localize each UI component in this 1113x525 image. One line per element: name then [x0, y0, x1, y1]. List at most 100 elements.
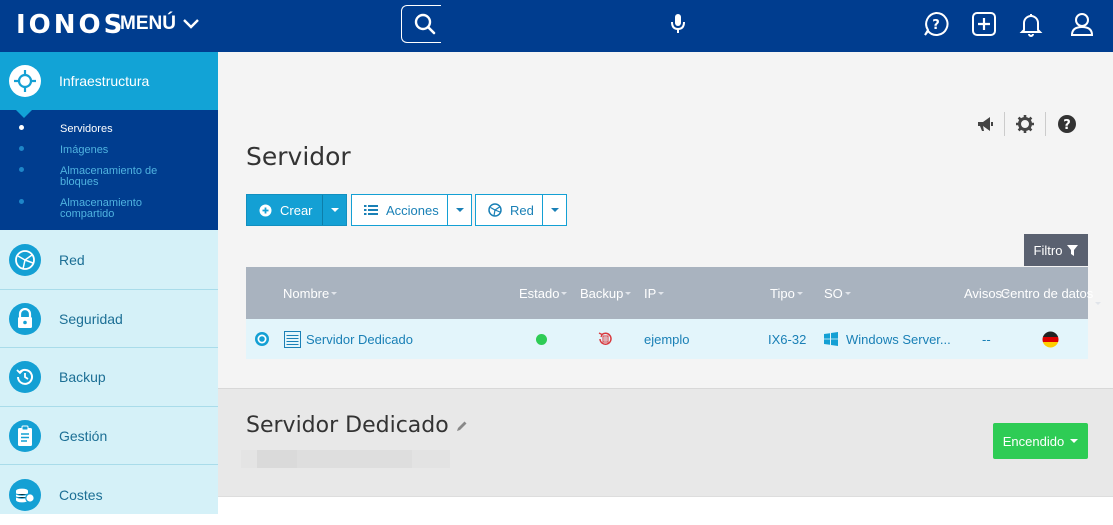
server-name-cell[interactable]: Servidor Dedicado [284, 319, 413, 359]
network-main-part[interactable]: Red [476, 195, 534, 225]
sort-icon [844, 291, 851, 295]
network-dropdown-toggle[interactable] [542, 195, 566, 225]
create-main-part[interactable]: Crear [247, 195, 313, 225]
column-label: Nombre [283, 285, 330, 301]
submenu-item-almacenamiento-bloques[interactable]: Almacenamiento de bloques [60, 166, 180, 188]
column-header-nombre[interactable]: Nombre [283, 267, 338, 319]
sidebar-item-label: Infraestructura [59, 73, 150, 89]
submenu-item-servidores[interactable]: Servidores [60, 124, 113, 135]
submenu-bullet [19, 167, 24, 172]
backup-cell[interactable] [597, 319, 613, 359]
sidebar-item-costes[interactable]: Costes [0, 465, 218, 525]
row-select-radio[interactable] [254, 319, 270, 359]
column-label: Tipo [770, 285, 795, 301]
user-icon[interactable] [1068, 10, 1096, 38]
submenu-bullet [19, 125, 24, 130]
os-name: Windows Server... [846, 331, 951, 347]
submenu-bullet [19, 146, 24, 151]
column-label: Backup [580, 285, 624, 301]
caret-down-icon [455, 208, 464, 212]
infrastructure-icon [9, 65, 41, 97]
coins-icon [9, 479, 41, 511]
caret-down-icon [1070, 439, 1079, 443]
filter-button-label: Filtro [1033, 242, 1063, 258]
toolbar-divider [1004, 112, 1005, 136]
menu-label: MENÚ [120, 13, 176, 34]
actions-main-part[interactable]: Acciones [352, 195, 439, 225]
ionos-logo[interactable]: IONOS [16, 10, 125, 40]
main-menu-button[interactable]: MENÚ [120, 13, 200, 35]
add-icon[interactable] [970, 10, 998, 38]
sort-icon [561, 291, 568, 295]
germany-flag-icon [1042, 331, 1059, 347]
sort-icon [796, 291, 803, 295]
status-cell [536, 319, 547, 359]
submenu-item-imagenes[interactable]: Imágenes [60, 145, 108, 156]
network-button-label: Red [510, 202, 534, 218]
caret-down-icon [550, 208, 559, 212]
active-indicator-arrow [16, 110, 32, 118]
windows-logo-icon [824, 332, 838, 346]
submenu-bullet [19, 199, 24, 204]
redacted-info [297, 450, 412, 468]
notifications-bell-icon[interactable] [1017, 10, 1045, 38]
sidebar-item-red[interactable]: Red [0, 230, 218, 290]
sidebar-item-seguridad[interactable]: Seguridad [0, 290, 218, 348]
alerts-cell: -- [982, 331, 991, 347]
sidebar-item-backup[interactable]: Backup [0, 348, 218, 407]
table-row[interactable]: Servidor Dedicado ejemplo IX6-32 Windows… [246, 319, 1088, 359]
actions-dropdown-toggle[interactable] [447, 195, 471, 225]
column-label: Centro de datos [1000, 285, 1094, 301]
os-cell: Windows Server... [824, 319, 951, 359]
sidebar-item-gestion[interactable]: Gestión [0, 407, 218, 465]
lower-content-area [218, 496, 1113, 514]
clipboard-icon [9, 419, 41, 452]
server-detail-panel: Servidor Dedicado Encendido [218, 388, 1113, 496]
column-header-estado[interactable]: Estado [519, 267, 568, 319]
microphone-icon[interactable] [670, 13, 686, 35]
server-name-link[interactable]: Servidor Dedicado [306, 332, 413, 347]
sidebar-item-infraestructura[interactable]: Infraestructura [0, 52, 218, 110]
network-globe-icon [488, 203, 502, 217]
submenu-item-almacenamiento-compartido[interactable]: Almacenamiento compartido [60, 198, 180, 220]
filter-button[interactable]: Filtro [1024, 234, 1088, 266]
help-question-icon[interactable]: ? [1057, 114, 1077, 134]
page-title: Servidor [246, 142, 351, 171]
svg-text:?: ? [1063, 118, 1071, 133]
chevron-down-icon [183, 19, 199, 29]
column-header-centro-de-datos[interactable]: Centro de datos [1001, 267, 1102, 319]
sidebar-item-label: Gestión [59, 427, 108, 444]
create-dropdown-toggle[interactable] [322, 195, 346, 225]
help-chat-icon[interactable]: ? [922, 10, 950, 38]
column-header-backup[interactable]: Backup [580, 267, 632, 319]
search-input[interactable] [401, 5, 703, 45]
edit-pencil-icon[interactable] [456, 420, 468, 432]
actions-button[interactable]: Acciones [351, 194, 472, 226]
settings-gear-icon[interactable] [1015, 114, 1035, 134]
network-button[interactable]: Red [475, 194, 567, 226]
sort-icon [1095, 302, 1102, 305]
lock-icon [9, 302, 41, 335]
network-globe-icon [9, 243, 41, 276]
toolbar-divider [1045, 112, 1046, 136]
backup-icon [598, 332, 612, 345]
power-state-button[interactable]: Encendido [993, 423, 1088, 459]
column-label: Avisos [964, 285, 1003, 301]
power-state-label: Encendido [1002, 433, 1065, 449]
column-header-tipo[interactable]: Tipo [770, 267, 803, 319]
create-button[interactable]: Crear [246, 194, 347, 226]
column-header-so[interactable]: SO [824, 267, 851, 319]
create-button-label: Crear [280, 202, 313, 218]
ip-cell[interactable]: ejemplo [644, 319, 690, 359]
column-header-ip[interactable]: IP [644, 267, 665, 319]
datacenter-cell [1042, 319, 1059, 359]
column-label: IP [644, 285, 657, 301]
megaphone-icon[interactable] [975, 114, 995, 134]
sort-icon [331, 291, 338, 295]
backup-clock-icon [9, 361, 41, 393]
sidebar: Infraestructura Servidores Imágenes Alma… [0, 52, 218, 514]
search-icon[interactable] [413, 12, 437, 36]
infrastructure-submenu: Servidores Imágenes Almacenamiento de bl… [0, 110, 218, 230]
type-cell: IX6-32 [768, 331, 807, 347]
server-icon [284, 330, 301, 348]
